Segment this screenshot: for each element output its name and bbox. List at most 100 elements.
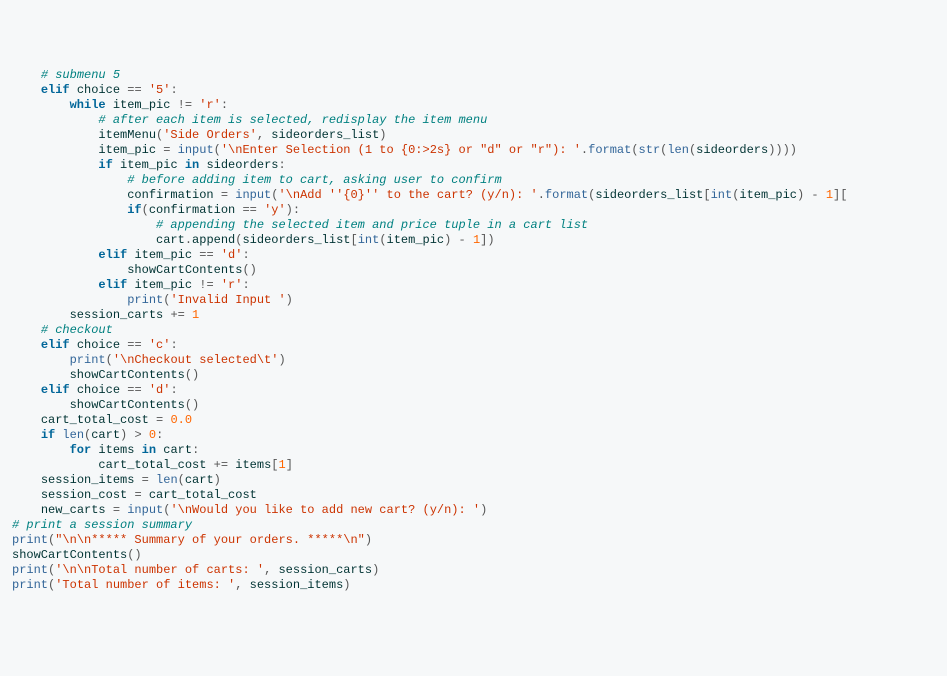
token-id: cart_total_cost	[149, 488, 257, 502]
token-id: cart_total_cost	[41, 413, 149, 427]
token-op: :	[278, 158, 285, 172]
token-op: )	[214, 473, 221, 487]
token-cm: # submenu 5	[41, 68, 120, 82]
token-ws	[134, 443, 141, 457]
token-op: )	[480, 503, 487, 517]
token-ws	[113, 158, 120, 172]
code-line: session_carts += 1	[12, 308, 935, 323]
token-ws	[12, 203, 127, 217]
token-op: !=	[199, 278, 213, 292]
code-line: # checkout	[12, 323, 935, 338]
token-id: cart	[91, 428, 120, 442]
token-op: )	[444, 233, 458, 247]
code-line: print('\nCheckout selected\t')	[12, 353, 935, 368]
token-fn: print	[127, 293, 163, 307]
code-line: elif item_pic == 'd':	[12, 248, 935, 263]
token-fn: int	[711, 188, 733, 202]
token-ws	[12, 263, 127, 277]
token-fn: format	[545, 188, 588, 202]
token-fn: str	[639, 143, 661, 157]
token-id: item_pic	[113, 98, 171, 112]
token-op: -	[811, 188, 818, 202]
token-kw: elif	[98, 248, 127, 262]
token-ws	[214, 248, 221, 262]
token-ws	[12, 158, 98, 172]
token-id: session_items	[250, 578, 344, 592]
token-id: choice	[77, 338, 120, 352]
token-ws	[70, 383, 77, 397]
token-id: item_pic	[387, 233, 445, 247]
token-id: confirmation	[127, 188, 213, 202]
token-op: ,	[235, 578, 249, 592]
token-st: 'r'	[221, 278, 243, 292]
token-cm: # checkout	[41, 323, 113, 337]
token-st: 'c'	[149, 338, 171, 352]
token-id: item_pic	[120, 158, 178, 172]
token-nm: 1	[278, 458, 285, 472]
token-id: sideorders	[696, 143, 768, 157]
code-line: showCartContents()	[12, 548, 935, 563]
token-ws	[142, 488, 149, 502]
token-ws	[12, 473, 41, 487]
token-fn: print	[12, 578, 48, 592]
token-op: )	[379, 128, 386, 142]
token-st: 'Total number of items: '	[55, 578, 235, 592]
token-id: cart	[156, 233, 185, 247]
token-ws	[12, 248, 98, 262]
token-ws	[12, 218, 156, 232]
token-cm: # print a session summary	[12, 518, 192, 532]
token-id: append	[192, 233, 235, 247]
token-id: session_items	[41, 473, 135, 487]
code-line: # appending the selected item and price …	[12, 218, 935, 233]
token-id: session_carts	[278, 563, 372, 577]
token-ws	[12, 233, 156, 247]
token-op: )	[343, 578, 350, 592]
token-id: choice	[77, 83, 120, 97]
token-op: ==	[199, 248, 213, 262]
token-id: session_cost	[41, 488, 127, 502]
token-op: ==	[242, 203, 256, 217]
token-ws	[142, 383, 149, 397]
token-st: 'd'	[221, 248, 243, 262]
code-line: print('Total number of items: ', session…	[12, 578, 935, 593]
token-op: :	[192, 443, 199, 457]
token-id: sideorders_list	[271, 128, 379, 142]
token-ws	[466, 233, 473, 247]
code-line: showCartContents()	[12, 263, 935, 278]
token-op: (	[631, 143, 638, 157]
token-op: (	[379, 233, 386, 247]
token-op: -	[459, 233, 466, 247]
token-id: sideorders_list	[242, 233, 350, 247]
token-fn: print	[12, 533, 48, 547]
code-line: for items in cart:	[12, 443, 935, 458]
token-ws	[12, 458, 98, 472]
token-ws	[12, 128, 98, 142]
token-op: =	[113, 503, 120, 517]
token-id: items	[235, 458, 271, 472]
token-op: :	[170, 338, 177, 352]
token-st: "\n\n***** Summary of your orders. *****…	[55, 533, 365, 547]
token-ws	[819, 188, 826, 202]
token-kw: if	[98, 158, 112, 172]
code-line: cart_total_cost = 0.0	[12, 413, 935, 428]
token-id: cart	[163, 443, 192, 457]
token-op: +=	[214, 458, 228, 472]
token-op: ==	[127, 338, 141, 352]
token-nm: 1	[826, 188, 833, 202]
token-id: session_carts	[70, 308, 164, 322]
token-nm: 0	[149, 428, 156, 442]
token-fn: len	[156, 473, 178, 487]
token-op: )	[365, 533, 372, 547]
token-ws	[214, 278, 221, 292]
code-line: itemMenu('Side Orders', sideorders_list)	[12, 128, 935, 143]
code-line: elif choice == 'c':	[12, 338, 935, 353]
token-st: '\n\nTotal number of carts: '	[55, 563, 264, 577]
token-kw: in	[142, 443, 156, 457]
token-op: :	[170, 83, 177, 97]
token-ws	[12, 293, 127, 307]
token-op: ()	[127, 548, 141, 562]
token-st: 'r'	[199, 98, 221, 112]
token-fn: print	[70, 353, 106, 367]
token-st: 'd'	[149, 383, 171, 397]
token-id: items	[98, 443, 134, 457]
